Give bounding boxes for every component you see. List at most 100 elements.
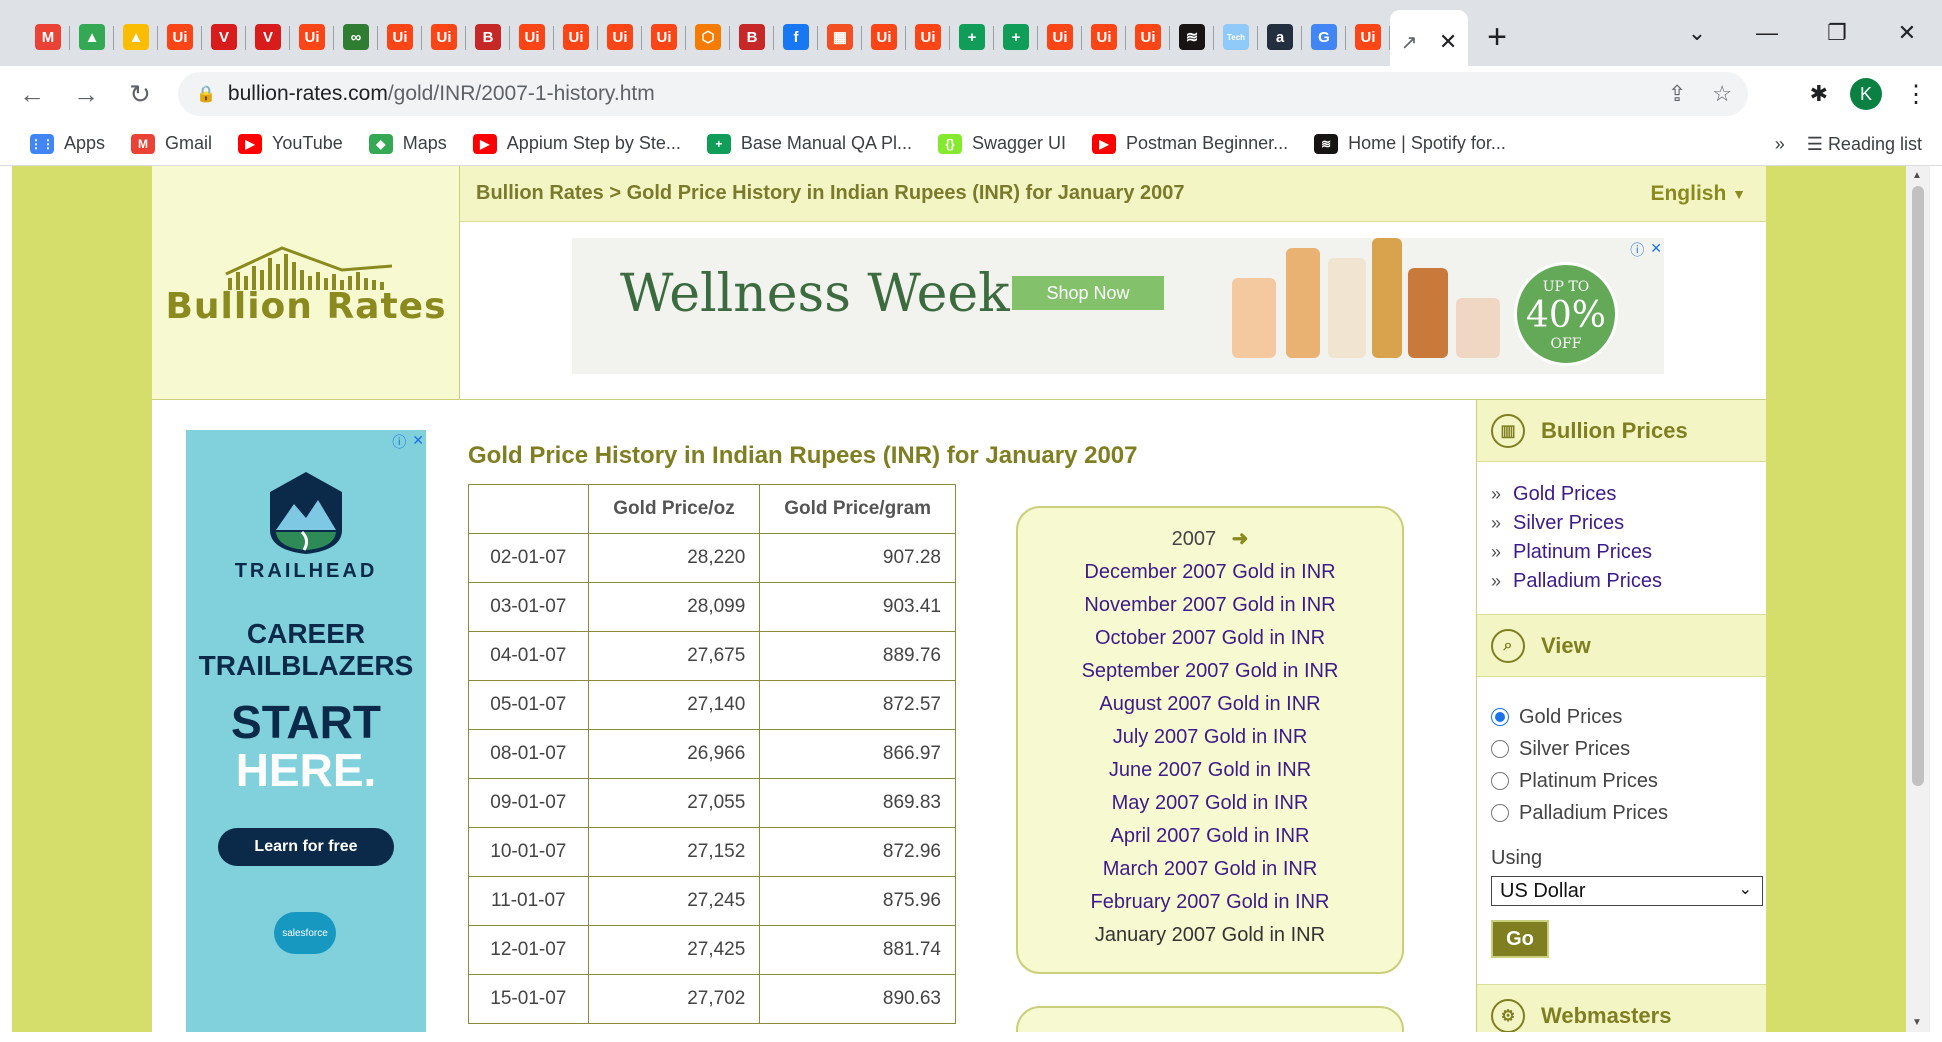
- browser-tab[interactable]: Ui: [510, 8, 554, 66]
- bookmark-item[interactable]: ▶ Appium Step by Ste...: [472, 133, 681, 154]
- bookmark-item[interactable]: ◆ Maps: [368, 133, 447, 154]
- ad-close-icon[interactable]: ✕: [412, 432, 424, 452]
- browser-tab[interactable]: ⬡: [686, 8, 730, 66]
- ad-close-icon[interactable]: ✕: [1650, 240, 1662, 260]
- bookmark-item[interactable]: + Base Manual QA Pl...: [706, 133, 912, 154]
- browser-tab[interactable]: Ui: [906, 8, 950, 66]
- active-tab[interactable]: ↗ ✕: [1390, 10, 1468, 74]
- bookmark-item[interactable]: ≋ Home | Spotify for...: [1314, 133, 1506, 154]
- browser-tab[interactable]: ∞: [334, 8, 378, 66]
- bookmark-item[interactable]: ▶ Postman Beginner...: [1092, 133, 1288, 154]
- scroll-up-icon[interactable]: ▲: [1912, 170, 1922, 181]
- browser-tab[interactable]: V: [202, 8, 246, 66]
- radio-button[interactable]: [1491, 772, 1509, 790]
- forward-icon[interactable]: →: [64, 72, 108, 116]
- month-link[interactable]: April 2007 Gold in INR: [1018, 820, 1402, 853]
- ad-shop-button[interactable]: Shop Now: [1012, 276, 1164, 310]
- bookmark-item[interactable]: ⋮⋮ Apps: [30, 133, 105, 154]
- month-link[interactable]: September 2007 Gold in INR: [1018, 655, 1402, 688]
- browser-tab[interactable]: Ui: [290, 8, 334, 66]
- browser-tab[interactable]: +: [950, 8, 994, 66]
- currency-select[interactable]: US Dollar ⌄: [1491, 876, 1763, 906]
- browser-tab[interactable]: Ui: [422, 8, 466, 66]
- browser-tab[interactable]: Ui: [1346, 8, 1390, 66]
- radio-button[interactable]: [1491, 740, 1509, 758]
- browser-tab[interactable]: Ui: [158, 8, 202, 66]
- scrollbar-thumb[interactable]: [1912, 186, 1924, 786]
- browser-tab[interactable]: Ui: [554, 8, 598, 66]
- view-option[interactable]: Palladium Prices: [1491, 797, 1766, 829]
- browser-tab[interactable]: M: [26, 8, 70, 66]
- language-selector[interactable]: English ▼: [1650, 166, 1746, 222]
- scroll-down-icon[interactable]: ▼: [1912, 1017, 1922, 1028]
- browser-tab[interactable]: f: [774, 8, 818, 66]
- breadcrumb-text[interactable]: Bullion Rates > Gold Price History in In…: [476, 182, 1185, 205]
- browser-tab[interactable]: Ui: [1038, 8, 1082, 66]
- go-button[interactable]: Go: [1491, 920, 1549, 958]
- sidebar-link[interactable]: » Silver Prices: [1491, 509, 1766, 538]
- ad-info-icon[interactable]: ⓘ: [1630, 240, 1644, 260]
- ad-info-icon[interactable]: ⓘ: [392, 432, 406, 452]
- menu-icon[interactable]: ⋮: [1904, 80, 1928, 109]
- browser-tab[interactable]: ▲: [70, 8, 114, 66]
- month-link[interactable]: August 2007 Gold in INR: [1018, 688, 1402, 721]
- browser-tab[interactable]: Ui: [642, 8, 686, 66]
- month-link[interactable]: March 2007 Gold in INR: [1018, 853, 1402, 886]
- view-option[interactable]: Platinum Prices: [1491, 765, 1766, 797]
- browser-tab[interactable]: Tech: [1214, 8, 1258, 66]
- sidebar-link[interactable]: » Palladium Prices: [1491, 567, 1766, 596]
- browser-tab[interactable]: +: [994, 8, 1038, 66]
- sidebar-link[interactable]: » Platinum Prices: [1491, 538, 1766, 567]
- browser-tab[interactable]: a: [1258, 8, 1302, 66]
- profile-avatar[interactable]: K: [1850, 78, 1882, 110]
- wellness-ad[interactable]: Wellness Week Shop Now UP TO 40% OFF ⓘ ✕: [572, 238, 1664, 374]
- browser-tab[interactable]: Ui: [378, 8, 422, 66]
- reading-list-button[interactable]: ☰ Reading list: [1807, 134, 1922, 155]
- bookmark-item[interactable]: {} Swagger UI: [937, 133, 1066, 154]
- sidebar-link[interactable]: » Gold Prices: [1491, 480, 1766, 509]
- reload-icon[interactable]: ↻: [118, 72, 162, 116]
- tab-search-icon[interactable]: ⌄: [1662, 20, 1732, 46]
- month-link[interactable]: June 2007 Gold in INR: [1018, 754, 1402, 787]
- ad-cta-button[interactable]: Learn for free: [218, 828, 394, 866]
- month-link[interactable]: May 2007 Gold in INR: [1018, 787, 1402, 820]
- month-link[interactable]: December 2007 Gold in INR: [1018, 556, 1402, 589]
- bookmark-star-icon[interactable]: ☆: [1712, 81, 1732, 107]
- browser-tab[interactable]: ▲: [114, 8, 158, 66]
- share-icon[interactable]: ⇪: [1668, 81, 1686, 107]
- browser-tab[interactable]: Ui: [1082, 8, 1126, 66]
- browser-tab[interactable]: B: [466, 8, 510, 66]
- close-tab-icon[interactable]: ✕: [1439, 29, 1457, 55]
- close-window-button[interactable]: ✕: [1872, 20, 1942, 46]
- browser-tab[interactable]: Ui: [862, 8, 906, 66]
- browser-tab[interactable]: G: [1302, 8, 1346, 66]
- browser-tab[interactable]: Ui: [1126, 8, 1170, 66]
- browser-tab[interactable]: B: [730, 8, 774, 66]
- next-year-arrow-icon[interactable]: ➜: [1232, 528, 1249, 550]
- site-logo[interactable]: Bullion Rates: [152, 166, 460, 400]
- minimize-button[interactable]: —: [1732, 20, 1802, 46]
- browser-tab[interactable]: ≋: [1170, 8, 1214, 66]
- page-scrollbar[interactable]: ▲ ▼: [1906, 166, 1930, 1032]
- bookmark-item[interactable]: M Gmail: [131, 133, 212, 154]
- url-text[interactable]: bullion-rates.com/gold/INR/2007-1-histor…: [228, 82, 655, 106]
- more-bookmarks-icon[interactable]: »: [1775, 134, 1785, 155]
- restore-button[interactable]: ❐: [1802, 20, 1872, 46]
- month-link[interactable]: October 2007 Gold in INR: [1018, 622, 1402, 655]
- month-link[interactable]: February 2007 Gold in INR: [1018, 886, 1402, 919]
- browser-tab[interactable]: V: [246, 8, 290, 66]
- view-option[interactable]: Silver Prices: [1491, 733, 1766, 765]
- extensions-icon[interactable]: ✱: [1810, 81, 1828, 107]
- radio-button[interactable]: [1491, 708, 1509, 726]
- trailhead-ad[interactable]: TRAILHEAD CAREER TRAILBLAZERS START HERE…: [186, 430, 426, 1032]
- lock-icon[interactable]: 🔒: [196, 84, 216, 104]
- address-bar[interactable]: 🔒 bullion-rates.com/gold/INR/2007-1-hist…: [178, 72, 1748, 116]
- radio-button[interactable]: [1491, 804, 1509, 822]
- month-link[interactable]: November 2007 Gold in INR: [1018, 589, 1402, 622]
- view-option[interactable]: Gold Prices: [1491, 701, 1766, 733]
- month-link[interactable]: July 2007 Gold in INR: [1018, 721, 1402, 754]
- new-tab-button[interactable]: +: [1468, 8, 1526, 66]
- bookmark-item[interactable]: ▶ YouTube: [238, 133, 343, 154]
- browser-tab[interactable]: ▦: [818, 8, 862, 66]
- browser-tab[interactable]: Ui: [598, 8, 642, 66]
